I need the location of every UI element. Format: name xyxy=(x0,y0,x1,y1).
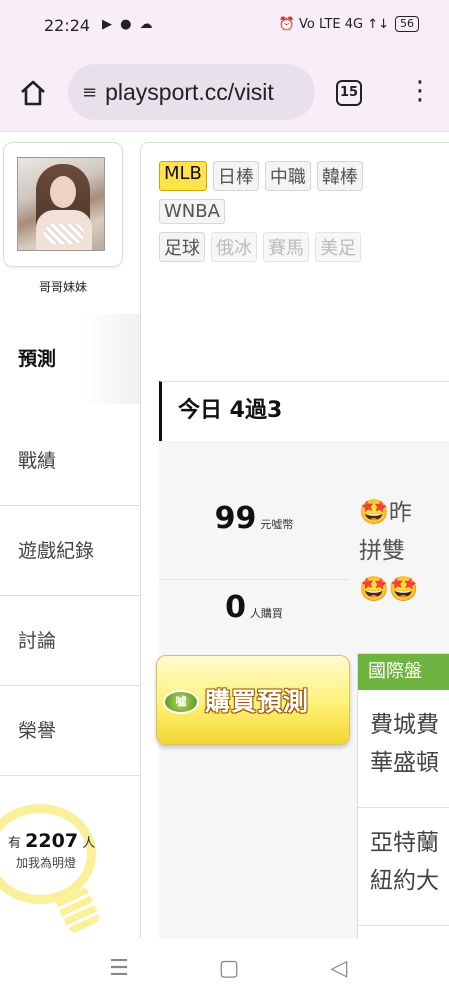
notification-icons: ▶ ● ☁ xyxy=(102,17,155,32)
sport-tab-mlb[interactable]: MLB xyxy=(159,161,207,191)
site-settings-icon[interactable]: ≡ xyxy=(82,82,97,103)
status-time: 22:24 xyxy=(44,16,91,35)
star-struck-emoji-icon: 🤩 xyxy=(359,498,389,526)
promo-text: 🤩昨 拼雙 🤩🤩 xyxy=(359,498,419,603)
prediction-stats: 99元噓幣 0人購買 🤩昨 拼雙 🤩🤩 噓 購買預測 國際盤 費城費 華盛頓 xyxy=(156,443,449,938)
home-nav-icon[interactable]: ▢ xyxy=(216,956,242,982)
avatar[interactable] xyxy=(17,157,105,251)
sport-tab-cpbl[interactable]: 中職 xyxy=(264,161,311,191)
sport-tab-soccer[interactable]: 足球 xyxy=(159,232,205,262)
avatar-card[interactable] xyxy=(3,142,123,267)
sport-tab-nfl[interactable]: 美足 xyxy=(315,232,361,262)
match-row[interactable]: 費城費 華盛頓 xyxy=(358,690,449,808)
home-icon[interactable] xyxy=(18,78,48,108)
url-text: playsport.cc/visit xyxy=(105,78,274,105)
username[interactable]: 哥哥妹妹 xyxy=(0,278,126,295)
browser-toolbar: ≡ playsport.cc/visit 15 ⋮ xyxy=(0,56,449,132)
nav-item-predictions[interactable]: 預測 xyxy=(0,314,140,404)
buyers-unit: 人購買 xyxy=(249,607,283,620)
today-header: 今日 4過3 xyxy=(159,381,449,441)
fans-count: 2207 xyxy=(25,830,79,852)
fans-lightbulb[interactable]: 有 2207 人 加我為明燈 xyxy=(0,804,140,938)
sport-tab-kbo[interactable]: 韓棒 xyxy=(316,161,363,191)
star-struck-emoji-icon: 🤩 xyxy=(359,575,389,603)
signal-icons: ⏰ Vo LTE 4G ↑↓ xyxy=(278,16,389,32)
nav-item-record[interactable]: 戰績 xyxy=(0,416,140,506)
fans-count-line: 有 2207 人 xyxy=(8,830,96,852)
sport-selector: MLB 日棒 中職 韓棒 WNBA 足球 俄冰 賽馬 美足 xyxy=(159,161,439,270)
buy-prediction-label: 購買預測 xyxy=(205,687,310,716)
tab-switcher-button[interactable]: 15 xyxy=(336,80,362,106)
buy-prediction-button[interactable]: 噓 購買預測 xyxy=(156,655,350,745)
buyers-value: 0 xyxy=(225,590,246,625)
buyers-stat: 0 人購買 xyxy=(159,579,349,659)
browser-menu-icon[interactable]: ⋮ xyxy=(407,74,433,110)
international-odds-header: 國際盤 xyxy=(358,654,449,690)
status-right: ⏰ Vo LTE 4G ↑↓ 56 xyxy=(279,16,419,32)
android-nav-bar: ☰ ▢ ◁ xyxy=(0,938,449,1000)
sport-tab-khl[interactable]: 俄冰 xyxy=(211,232,257,262)
price-stat: 99 元噓幣 xyxy=(159,501,349,581)
nav-item-discussion[interactable]: 討論 xyxy=(0,596,140,686)
nav-item-honors[interactable]: 榮譽 xyxy=(0,686,140,776)
fans-caption: 加我為明燈 xyxy=(16,856,77,870)
sport-tab-wnba[interactable]: WNBA xyxy=(159,199,225,224)
price-value: 99 xyxy=(214,501,257,536)
recents-icon[interactable]: ☰ xyxy=(106,956,132,982)
price-unit: 元噓幣 xyxy=(260,518,294,531)
nav-item-game-history[interactable]: 遊戲紀錄 xyxy=(0,506,140,596)
battery-icon: 56 xyxy=(395,16,419,32)
coin-icon: 噓 xyxy=(163,690,199,714)
sport-tab-horse-racing[interactable]: 賽馬 xyxy=(263,232,309,262)
address-bar[interactable]: ≡ playsport.cc/visit xyxy=(68,64,315,120)
page-content: 哥哥妹妹 預測 戰績 遊戲紀錄 討論 榮譽 有 2207 人 加我為明燈 MLB… xyxy=(0,132,449,938)
main-panel: MLB 日棒 中職 韓棒 WNBA 足球 俄冰 賽馬 美足 今日 4過3 99 元… xyxy=(140,142,449,938)
sport-tab-npb[interactable]: 日棒 xyxy=(212,161,259,191)
status-bar: 22:24 ▶ ● ☁ ⏰ Vo LTE 4G ↑↓ 56 xyxy=(0,0,449,56)
match-row[interactable]: 亞特蘭 紐約大 xyxy=(358,808,449,926)
international-odds-card: 國際盤 費城費 華盛頓 亞特蘭 紐約大 xyxy=(357,653,449,938)
back-icon[interactable]: ◁ xyxy=(326,956,352,982)
star-struck-emoji-icon: 🤩 xyxy=(388,575,419,603)
